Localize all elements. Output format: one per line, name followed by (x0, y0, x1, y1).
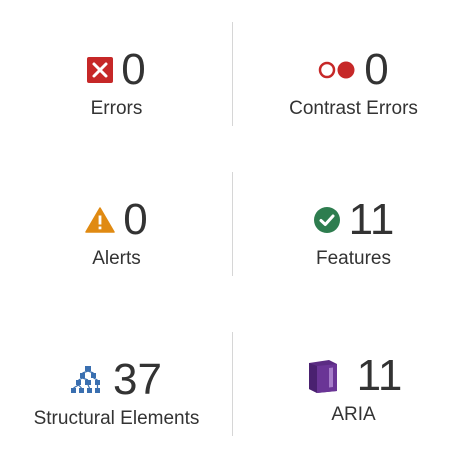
summary-structural-elements[interactable]: 37 Structural Elements (0, 356, 233, 430)
alerts-label: Alerts (92, 248, 141, 269)
structural-label: Structural Elements (33, 408, 200, 429)
summary-alerts[interactable]: 0 Alerts (0, 196, 233, 270)
contrast-errors-label: Contrast Errors (289, 98, 418, 119)
errors-label: Errors (90, 98, 143, 119)
errors-count: 0 (121, 45, 146, 94)
aria-label: ARIA (331, 404, 376, 425)
features-count: 11 (348, 195, 395, 244)
warning-triangle-icon (85, 207, 115, 233)
contrast-errors-count: 0 (364, 45, 389, 94)
summary-errors[interactable]: 0 Errors (0, 46, 233, 120)
structural-count: 37 (113, 355, 162, 404)
features-label: Features (316, 248, 391, 269)
summary-features[interactable]: 11 Features (237, 196, 467, 270)
wave-summary-panel: { "summary": { "errors": { "count": "0",… (0, 0, 467, 463)
check-circle-icon (313, 206, 341, 234)
aria-cube-icon (305, 358, 341, 394)
error-x-icon (87, 57, 114, 83)
hierarchy-icon (71, 366, 105, 394)
contrast-circles-icon (318, 60, 356, 80)
summary-contrast-errors[interactable]: 0 Contrast Errors (237, 46, 467, 120)
aria-count: 11 (356, 351, 403, 400)
alerts-count: 0 (123, 195, 148, 244)
summary-aria[interactable]: 11 ARIA (237, 352, 467, 426)
